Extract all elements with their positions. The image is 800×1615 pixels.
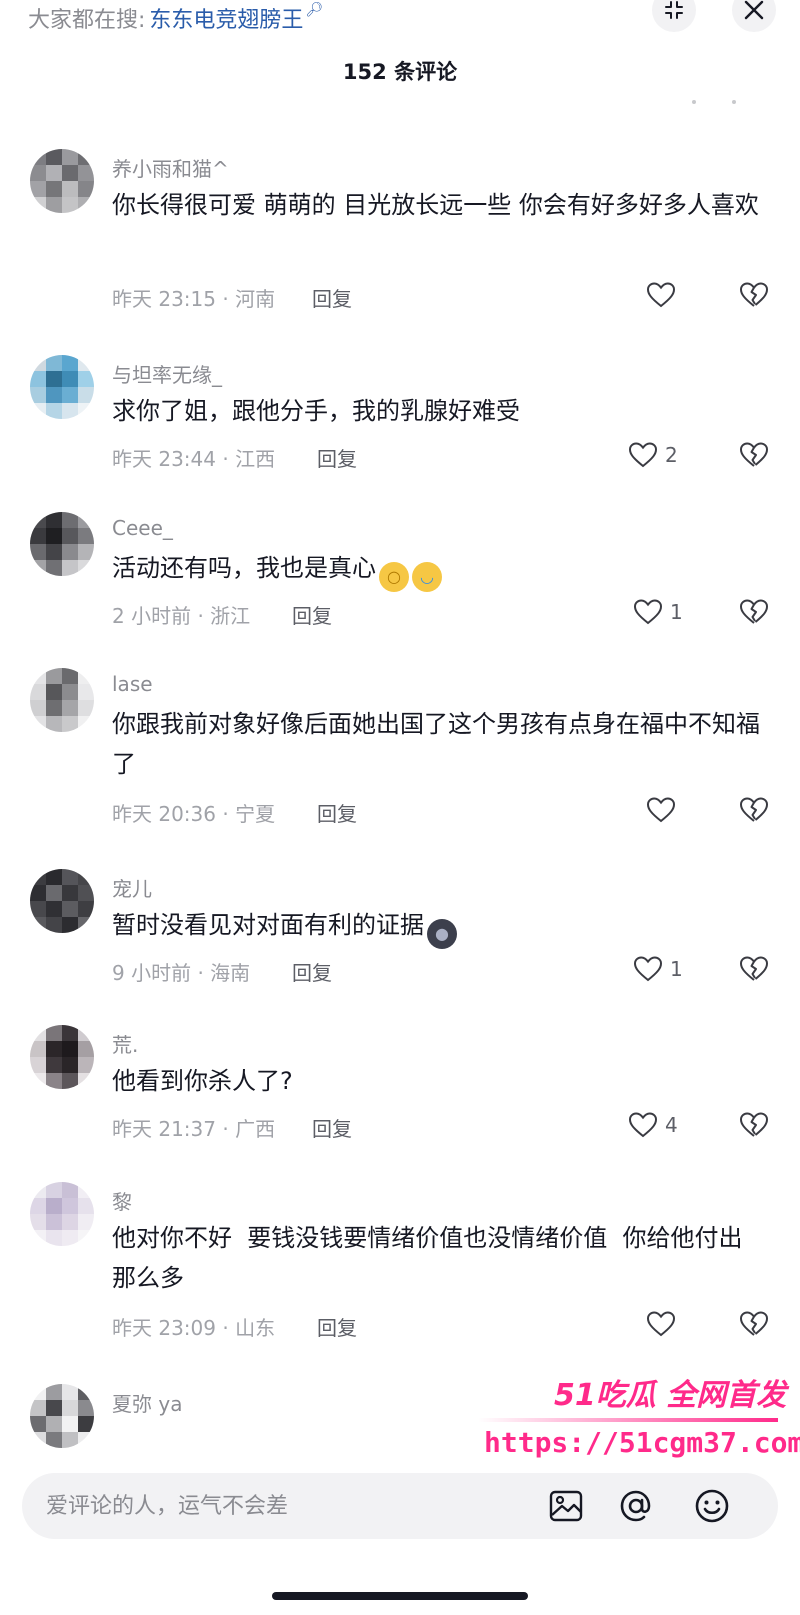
trending-search-hint[interactable]: 大家都在搜: 东东电竞翅膀王 🔎︎ [28, 0, 323, 36]
trending-search-prefix: 大家都在搜: [28, 8, 146, 33]
broken-heart-icon[interactable] [738, 794, 770, 826]
comment-time-location: 2 小时前 · 浙江 [112, 604, 251, 628]
like-button[interactable]: 4 [627, 1109, 678, 1141]
like-count: 2 [665, 443, 678, 467]
comment-username[interactable]: 宠儿 [112, 873, 152, 902]
comment-text-body: 暂时没看见对对面有利的证据 [112, 911, 424, 939]
reply-button[interactable]: 回复 [292, 600, 332, 629]
like-button[interactable]: 2 [627, 439, 678, 471]
like-button[interactable]: 1 [632, 596, 683, 628]
broken-heart-icon[interactable] [738, 953, 770, 985]
like-button[interactable] [645, 1308, 683, 1340]
broken-heart-icon[interactable] [738, 596, 770, 628]
comment-item: 宠儿 暂时没看见对对面有利的证据 ● 9 小时前 · 海南 回复 1 [0, 865, 800, 985]
heart-outline-icon [628, 442, 658, 468]
reply-button[interactable]: 回复 [292, 957, 332, 986]
reply-button[interactable]: 回复 [317, 1312, 357, 1341]
broken-heart-icon[interactable] [738, 279, 770, 311]
reply-button[interactable]: 回复 [317, 798, 357, 827]
avatar[interactable] [30, 512, 94, 576]
site-watermark: 51吃瓜 全网首发 https://51cgm37.com [478, 1370, 800, 1470]
avatar[interactable] [30, 1025, 94, 1089]
comment-username[interactable]: lase [112, 672, 153, 696]
comment-item: Ceee_ 活动还有吗，我也是真心 ○ ◡ 2 小时前 · 浙江 回复 1 [0, 508, 800, 628]
heart-outline-icon [633, 956, 663, 982]
heart-outline-icon [646, 282, 676, 308]
comment-input-bar [0, 1463, 800, 1563]
comment-text-body: 活动还有吗，我也是真心 [112, 554, 376, 582]
watermark-url: https://51cgm37.com [484, 1426, 800, 1459]
comment-text: 暂时没看见对对面有利的证据 ● [112, 905, 762, 949]
comment-input-container[interactable] [22, 1473, 778, 1539]
ok-hand-emoji-icon: ○ [379, 562, 409, 592]
comment-item: 荒. 他看到你杀人了? 昨天 21:37 · 广西 回复 4 [0, 1021, 800, 1141]
comments-count-title: 152 条评论 [342, 60, 458, 84]
image-icon[interactable] [546, 1486, 586, 1526]
reply-button[interactable]: 回复 [312, 283, 352, 312]
comment-text: 他看到你杀人了? [112, 1067, 293, 1095]
close-icon [744, 0, 764, 20]
close-button[interactable] [732, 0, 776, 32]
like-count: 4 [665, 1113, 678, 1137]
comment-username[interactable]: 黎 [112, 1186, 132, 1215]
like-count: 1 [670, 600, 683, 624]
comment-text: 求你了姐，跟他分手，我的乳腺好难受 [112, 397, 520, 425]
heart-outline-icon [646, 797, 676, 823]
comment-time-location: 昨天 21:37 · 广西 [112, 1117, 276, 1141]
comment-username[interactable]: 夏弥 ya [112, 1388, 182, 1417]
heart-outline-icon [633, 599, 663, 625]
comment-time-location: 昨天 23:15 · 河南 [112, 287, 276, 311]
comment-list[interactable]: 养小雨和猫^ 你长得很可爱 萌萌的 目光放长远一些 你会有好多好多人喜欢 昨天 … [0, 145, 800, 1463]
avatar[interactable] [30, 1384, 94, 1448]
heart-outline-icon [646, 1311, 676, 1337]
like-button[interactable] [645, 279, 683, 311]
broken-heart-icon[interactable] [738, 1109, 770, 1141]
like-button[interactable]: 1 [632, 953, 683, 985]
comment-time-location: 昨天 23:09 · 山东 [112, 1316, 276, 1340]
partial-icons-row [692, 100, 736, 104]
avatar[interactable] [30, 355, 94, 419]
broken-heart-icon[interactable] [738, 439, 770, 471]
comment-username[interactable]: Ceee_ [112, 516, 173, 540]
comment-item: lase 你跟我前对象好像后面她出国了这个男孩有点身在福中不知福了 昨天 20:… [0, 664, 800, 827]
smiley-icon[interactable] [692, 1486, 732, 1526]
at-mention-icon[interactable] [616, 1486, 656, 1526]
comment-time-location: 9 小时前 · 海南 [112, 961, 251, 985]
comment-text: 你长得很可爱 萌萌的 目光放长远一些 你会有好多好多人喜欢 [112, 191, 759, 219]
comment-input[interactable] [46, 1473, 546, 1539]
laughing-tears-emoji-icon: ◡ [412, 562, 442, 592]
comment-text: 你跟我前对象好像后面她出国了这个男孩有点身在福中不知福了 [112, 710, 760, 778]
watermark-divider [478, 1418, 778, 1422]
search-icon: 🔎︎ [305, 2, 324, 18]
avatar[interactable] [30, 1182, 94, 1246]
like-button[interactable] [645, 794, 683, 826]
avatar[interactable] [30, 668, 94, 732]
comment-time-location: 昨天 23:44 · 江西 [112, 447, 276, 471]
comment-item: 与坦率无缘_ 求你了姐，跟他分手，我的乳腺好难受 昨天 23:44 · 江西 回… [0, 351, 800, 471]
comment-username[interactable]: 养小雨和猫^ [112, 153, 229, 182]
reply-button[interactable]: 回复 [312, 1113, 352, 1142]
home-indicator[interactable] [272, 1592, 528, 1600]
comment-time-location: 昨天 20:36 · 宁夏 [112, 802, 276, 826]
heart-outline-icon [628, 1112, 658, 1138]
comment-text: 他对你不好 要钱没钱要情绪价值也没情绪价值 你给他付出那么多 [112, 1224, 743, 1292]
avatar[interactable] [30, 869, 94, 933]
comment-text: 活动还有吗，我也是真心 ○ ◡ [112, 548, 762, 592]
comment-username[interactable]: 与坦率无缘_ [112, 359, 222, 388]
broken-heart-icon[interactable] [738, 1308, 770, 1340]
trending-search-keyword[interactable]: 东东电竞翅膀王 [149, 2, 303, 34]
collapse-icon [665, 1, 683, 19]
avatar[interactable] [30, 149, 94, 213]
watermark-title: 51吃瓜 全网首发 [554, 1378, 787, 1413]
dark-face-emoji-icon: ● [427, 919, 457, 949]
collapse-button[interactable] [652, 0, 696, 32]
comment-item: 黎 他对你不好 要钱没钱要情绪价值也没情绪价值 你给他付出那么多 昨天 23:0… [0, 1178, 800, 1341]
reply-button[interactable]: 回复 [317, 443, 357, 472]
comment-item: 养小雨和猫^ 你长得很可爱 萌萌的 目光放长远一些 你会有好多好多人喜欢 昨天 … [0, 145, 800, 311]
like-count: 1 [670, 957, 683, 981]
comment-username[interactable]: 荒. [112, 1029, 138, 1058]
